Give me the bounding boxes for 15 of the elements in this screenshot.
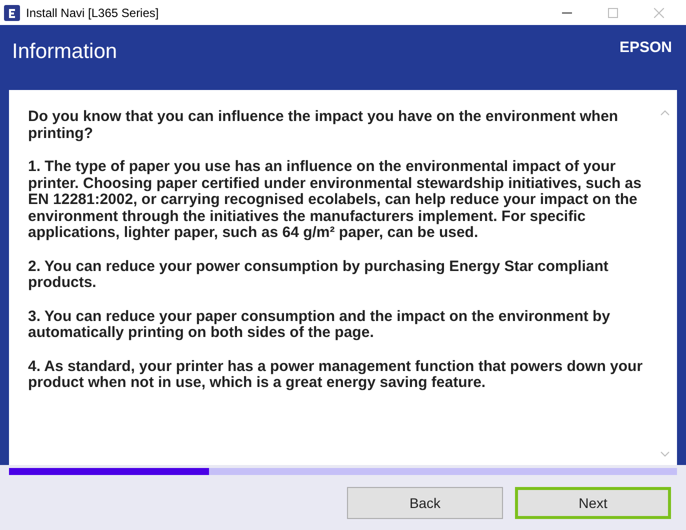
maximize-icon — [608, 8, 618, 18]
scroll-up-icon — [660, 110, 670, 116]
app-icon — [4, 4, 20, 20]
window-title: Install Navi [L365 Series] — [26, 4, 159, 22]
info-paragraph: 2. You can reduce your power consumption by purchasing Energy Star compliant products. — [28, 258, 610, 292]
wizard-button[interactable]: Back — [347, 487, 503, 519]
close-icon — [654, 8, 664, 18]
wizard-button[interactable]: Next — [515, 487, 671, 519]
page-title: Information — [12, 39, 118, 65]
scroll-down-icon — [660, 451, 670, 457]
brand-logo: EPSON — [619, 38, 672, 58]
info-paragraph: 4. As standard, your printer has a power management function that powers down your product when not in use, which is a great energy saving feature. — [28, 358, 643, 392]
info-paragraph: 3. You can reduce your paper consumption and the impact on the environment by automatically printing on both sides of the page. — [28, 308, 612, 342]
info-paragraph: Do you know that you can influence the impact you have on the environment when printing? — [28, 109, 620, 142]
info-paragraph: 1. The type of paper you use has an influence on the environmental impact of your printer. Choosing paper certified under environmental stewardship initiatives, such as EN 12281:2002, or carrying recognised ecolabels, can help reduce your impact on the environment through the initiatives the manufacturers implement. For specific applications, lighter paper, such as 64 g/m² paper, can be used. — [28, 159, 642, 242]
